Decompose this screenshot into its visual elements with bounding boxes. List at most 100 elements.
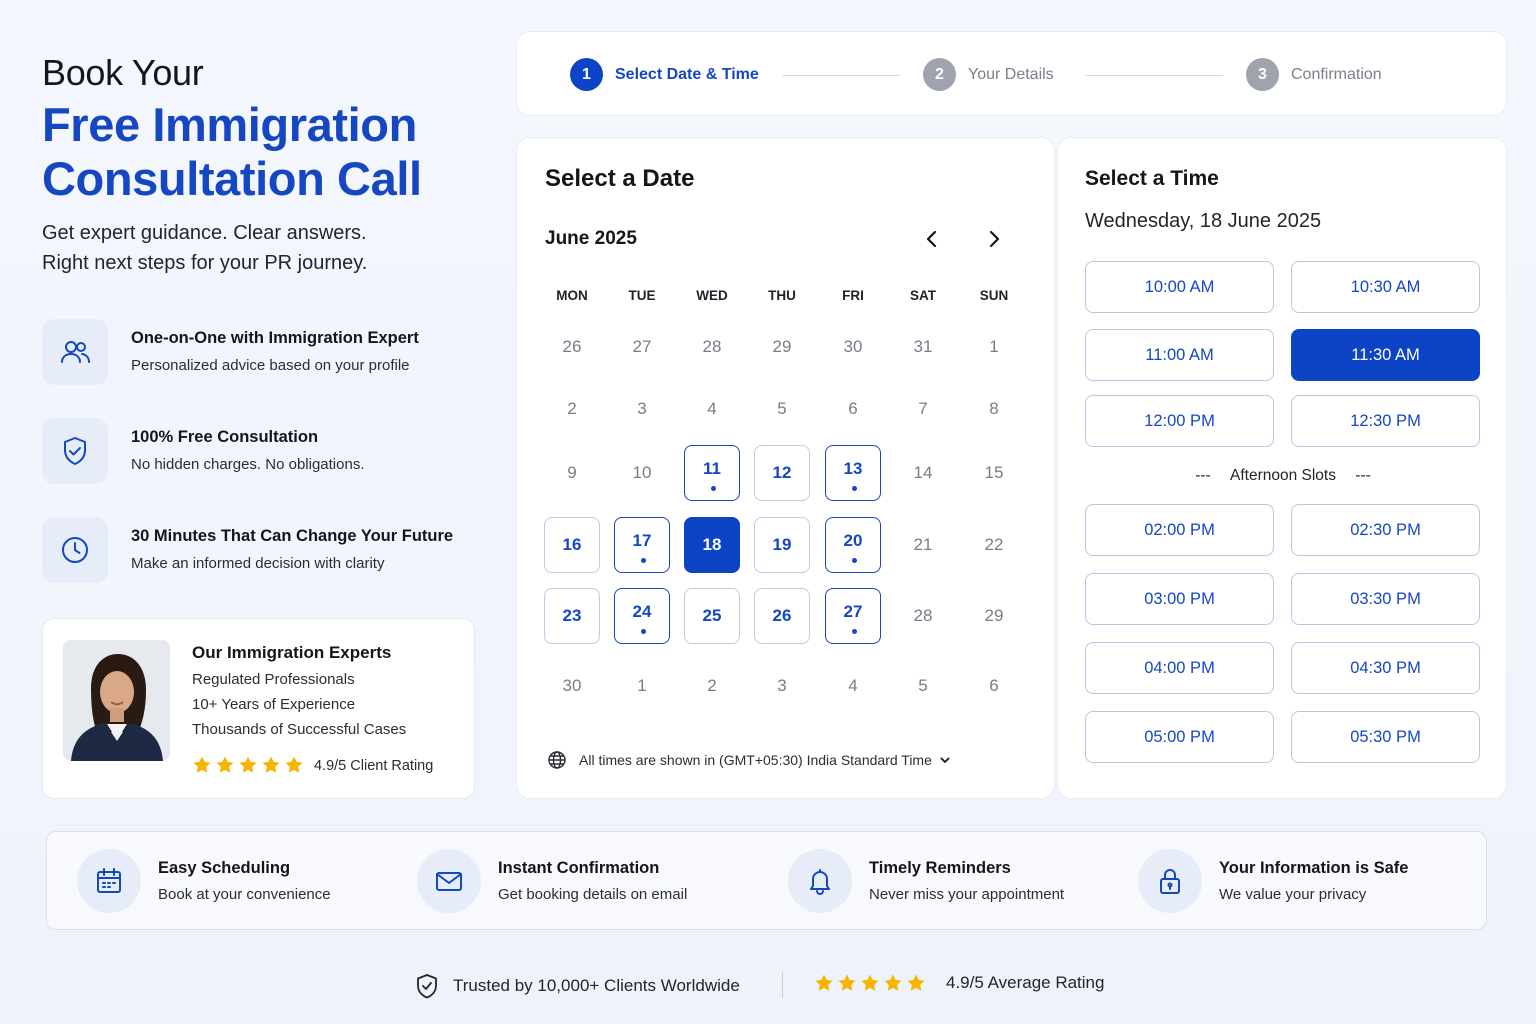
benefit-desc: Book at your convenience — [158, 886, 331, 903]
benefit-title: Your Information is Safe — [1219, 859, 1409, 877]
afternoon-slots-label: Afternoon Slots — [1230, 467, 1336, 484]
benefit-desc: Get booking details on email — [498, 886, 688, 903]
calendar-day-number: 5 — [918, 676, 928, 695]
calendar-day: 8 — [966, 381, 1022, 437]
next-month-button[interactable] — [981, 226, 1007, 252]
calendar-day-number: 30 — [562, 676, 582, 695]
calendar-day: 30 — [544, 658, 600, 714]
time-slot[interactable]: 05:30 PM — [1291, 711, 1480, 763]
calendar-day: 29 — [966, 588, 1022, 644]
calendar-day-number: 7 — [918, 399, 928, 418]
calendar-day[interactable]: 23 — [544, 588, 600, 644]
booking-stepper: 1 Select Date & Time 2 Your Details 3 Co… — [516, 31, 1507, 116]
time-slot[interactable]: 03:30 PM — [1291, 573, 1480, 625]
calendar-day: 6 — [825, 381, 881, 437]
calendar-day-number: 4 — [707, 399, 717, 418]
calendar-day[interactable]: 13 — [825, 445, 881, 501]
time-slot[interactable]: 12:00 PM — [1085, 395, 1274, 447]
time-slot[interactable]: 02:30 PM — [1291, 504, 1480, 556]
timezone-selector[interactable]: All times are shown in (GMT+05:30) India… — [547, 750, 951, 770]
weekday-header: SAT — [910, 288, 936, 303]
calendar-day-number: 9 — [567, 463, 577, 482]
calendar-day-selected[interactable]: 18 — [684, 517, 740, 573]
calendar-day-number: 27 — [632, 337, 652, 356]
calendar-day-number: 4 — [848, 676, 858, 695]
calendar-day: 28 — [684, 319, 740, 375]
avatar — [63, 640, 170, 761]
calendar-day-number: 2 — [567, 399, 577, 418]
calendar-day[interactable]: 19 — [754, 517, 810, 573]
calendar-day[interactable]: 25 — [684, 588, 740, 644]
timezone-label: All times are shown in (GMT+05:30) India… — [579, 752, 932, 768]
calendar-day-number: 21 — [913, 535, 933, 554]
weekday-header: THU — [768, 288, 796, 303]
bell-icon — [788, 849, 852, 913]
calendar-day[interactable]: 16 — [544, 517, 600, 573]
hero-title-line2: Consultation Call — [42, 152, 422, 205]
calendar-day: 27 — [614, 319, 670, 375]
prev-month-button[interactable] — [919, 226, 945, 252]
divider-dash: --- — [1355, 467, 1371, 484]
feature-item-minutes: 30 Minutes That Can Change Your Future M… — [42, 517, 472, 583]
star-icon — [239, 756, 257, 773]
star-icon — [884, 974, 902, 991]
calendar-day[interactable]: 12 — [754, 445, 810, 501]
calendar-day-number: 2 — [707, 676, 717, 695]
step-1-number: 1 — [570, 58, 603, 91]
hero-pre-title: Book Your — [42, 52, 204, 93]
calendar-day: 10 — [614, 445, 670, 501]
trust-footer: Trusted by 10,000+ Clients Worldwide 4.9… — [0, 968, 1536, 1004]
time-slot[interactable]: 10:00 AM — [1085, 261, 1274, 313]
calendar-day[interactable]: 24 — [614, 588, 670, 644]
availability-dot — [851, 558, 857, 563]
calendar-day-number: 1 — [989, 337, 999, 356]
trust-rating: 4.9/5 Average Rating — [814, 973, 1104, 993]
time-slot-selected[interactable]: 11:30 AM — [1291, 329, 1480, 381]
hero-subtitle: Get expert guidance. Clear answers. Righ… — [42, 218, 462, 278]
time-slot[interactable]: 04:00 PM — [1085, 642, 1274, 694]
availability-dot — [640, 629, 646, 634]
time-slot[interactable]: 12:30 PM — [1291, 395, 1480, 447]
time-slot[interactable]: 05:00 PM — [1085, 711, 1274, 763]
calendar-day: 15 — [966, 445, 1022, 501]
calendar-day-number: 6 — [848, 399, 858, 418]
calendar-day-number: 10 — [632, 463, 652, 482]
calendar-day[interactable]: 17 — [614, 517, 670, 573]
calendar-day-number: 18 — [702, 535, 722, 554]
calendar-day: 1 — [614, 658, 670, 714]
calendar-day-number: 1 — [637, 676, 647, 695]
star-icon — [262, 756, 280, 773]
calendar-day: 29 — [754, 319, 810, 375]
weekday-header: SUN — [979, 288, 1009, 303]
weekday-header: MON — [556, 288, 588, 303]
calendar-day[interactable]: 26 — [754, 588, 810, 644]
weekday-header: TUE — [628, 288, 656, 303]
feature-title: One-on-One with Immigration Expert — [131, 329, 419, 347]
calendar-day: 7 — [895, 381, 951, 437]
mail-icon — [417, 849, 481, 913]
calendar-day-number: 14 — [913, 463, 933, 482]
calendar-day-number: 3 — [777, 676, 787, 695]
calendar-day[interactable]: 11 — [684, 445, 740, 501]
step-3-label: Confirmation — [1291, 66, 1382, 83]
calendar-day-number: 24 — [632, 602, 652, 621]
hero-subtitle-line1: Get expert guidance. Clear answers. — [42, 222, 367, 244]
trust-clients: Trusted by 10,000+ Clients Worldwide — [415, 973, 740, 999]
calendar-day[interactable]: 20 — [825, 517, 881, 573]
time-slot[interactable]: 04:30 PM — [1291, 642, 1480, 694]
time-slot[interactable]: 03:00 PM — [1085, 573, 1274, 625]
step-2-label: Your Details — [968, 66, 1054, 83]
step-3-number: 3 — [1246, 58, 1279, 91]
time-slot[interactable]: 02:00 PM — [1085, 504, 1274, 556]
step-1-label[interactable]: Select Date & Time — [615, 66, 759, 84]
calendar-day[interactable]: 27 — [825, 588, 881, 644]
calendar-day: 31 — [895, 319, 951, 375]
time-slot[interactable]: 11:00 AM — [1085, 329, 1274, 381]
calendar-day-number: 22 — [984, 535, 1004, 554]
calendar-day-number: 11 — [703, 459, 721, 478]
shield-check-icon — [42, 418, 108, 484]
calendar-day: 26 — [544, 319, 600, 375]
time-slot[interactable]: 10:30 AM — [1291, 261, 1480, 313]
experts-card: Our Immigration Experts Regulated Profes… — [42, 618, 475, 799]
feature-desc: Make an informed decision with clarity — [131, 555, 385, 572]
